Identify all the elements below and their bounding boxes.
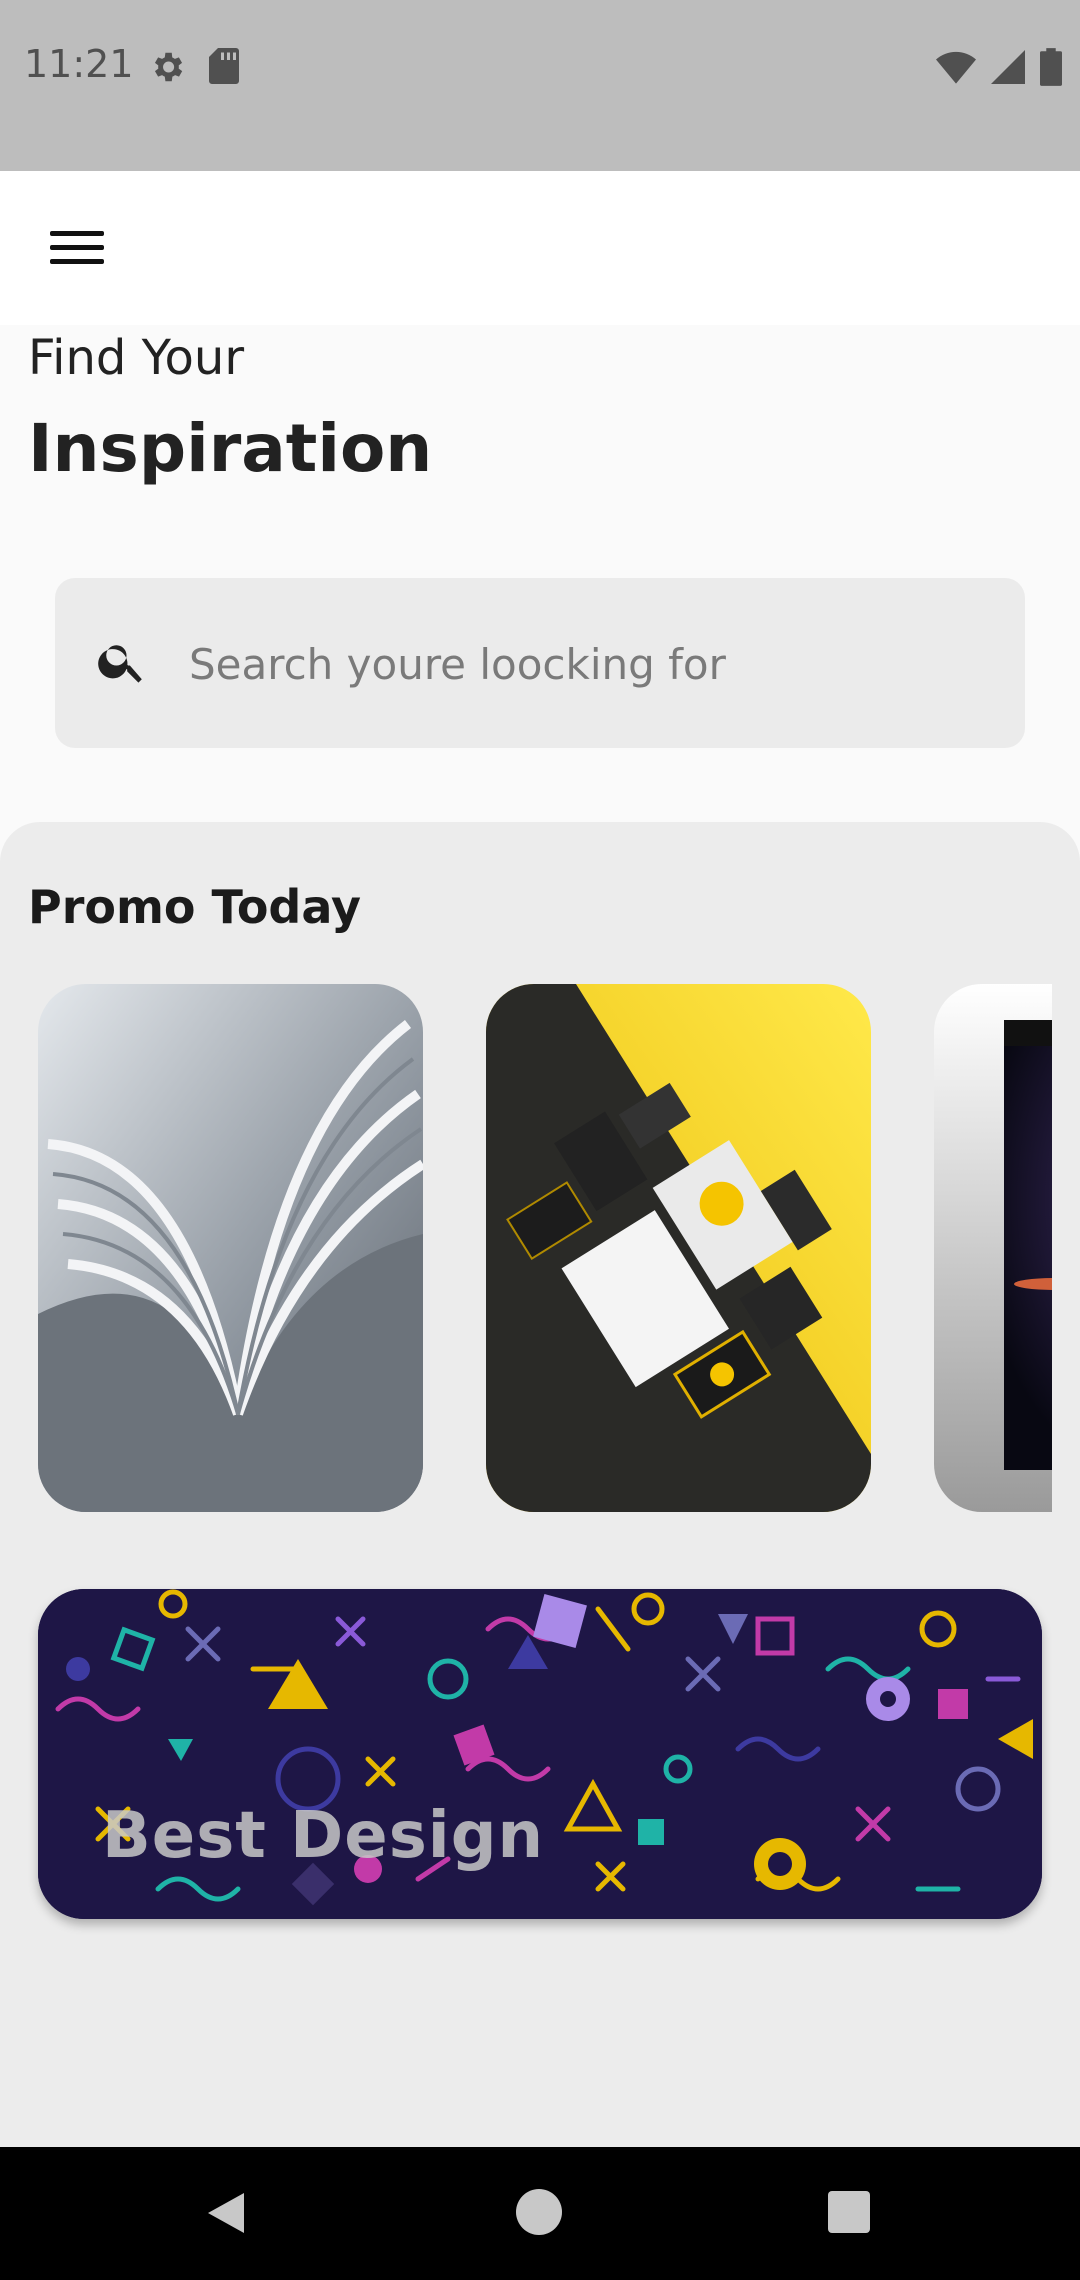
promo-section-title: Promo Today (28, 880, 361, 934)
app-bar (0, 171, 1080, 325)
best-design-banner[interactable]: Best Design (38, 1589, 1042, 1919)
back-icon[interactable] (202, 2189, 248, 2237)
banner-title: Best Design (102, 1799, 545, 1873)
promo-carousel[interactable] (38, 984, 1052, 1512)
sd-card-icon (209, 48, 239, 84)
home-icon[interactable] (516, 2189, 562, 2235)
status-time: 11:21 (24, 42, 134, 86)
wifi-icon (936, 51, 976, 84)
promo-card-book[interactable] (934, 984, 1052, 1512)
heading-subtitle: Find Your (28, 330, 245, 386)
search-input[interactable] (187, 628, 991, 700)
book-cover-photo (934, 984, 1052, 1512)
yellow-branding-photo (486, 984, 871, 1512)
magazines-photo (38, 984, 423, 1512)
gear-icon (154, 52, 183, 82)
promo-card-magazines[interactable] (38, 984, 423, 1512)
battery-icon (1040, 48, 1062, 86)
system-nav-bar (0, 2147, 1080, 2280)
promo-card-branding[interactable] (486, 984, 871, 1512)
status-bar: 11:21 (0, 0, 1080, 171)
search-icon (98, 645, 142, 683)
promo-panel: Promo Today Best Design (0, 822, 1080, 2147)
search-bar[interactable] (55, 578, 1025, 748)
page-title: Inspiration (28, 410, 433, 487)
recents-icon[interactable] (828, 2191, 870, 2233)
signal-icon (991, 50, 1025, 84)
hamburger-menu-icon[interactable] (32, 217, 122, 277)
